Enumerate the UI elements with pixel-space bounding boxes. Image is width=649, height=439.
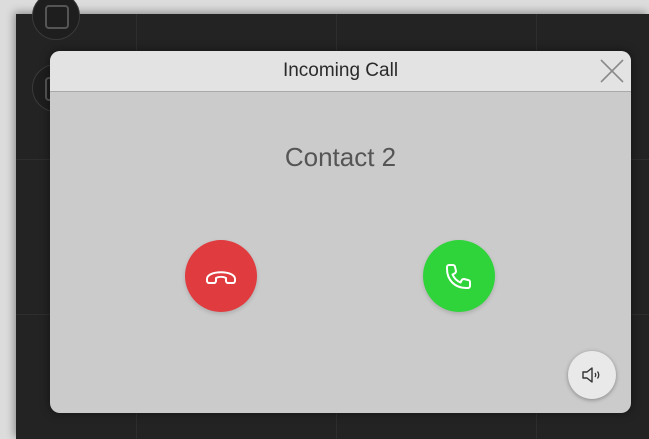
background-circle-button[interactable] — [32, 0, 80, 40]
contact-name: Contact 2 — [284, 142, 397, 172]
background-icon — [45, 5, 69, 29]
window-frame: Incoming Call Contact 2 — [0, 0, 649, 439]
speaker-button[interactable] — [568, 351, 616, 399]
dialog-title: Incoming Call — [282, 60, 399, 81]
answer-call-button[interactable] — [423, 240, 495, 312]
speaker-icon — [582, 367, 600, 383]
close-icon — [600, 59, 624, 83]
incoming-call-dialog: Incoming Call Contact 2 — [50, 51, 631, 413]
dialog-header: Incoming Call — [50, 51, 631, 92]
phone-icon — [446, 264, 471, 289]
decline-call-button[interactable] — [185, 240, 257, 312]
phone-hangup-icon — [206, 271, 236, 284]
close-button[interactable] — [599, 58, 625, 84]
